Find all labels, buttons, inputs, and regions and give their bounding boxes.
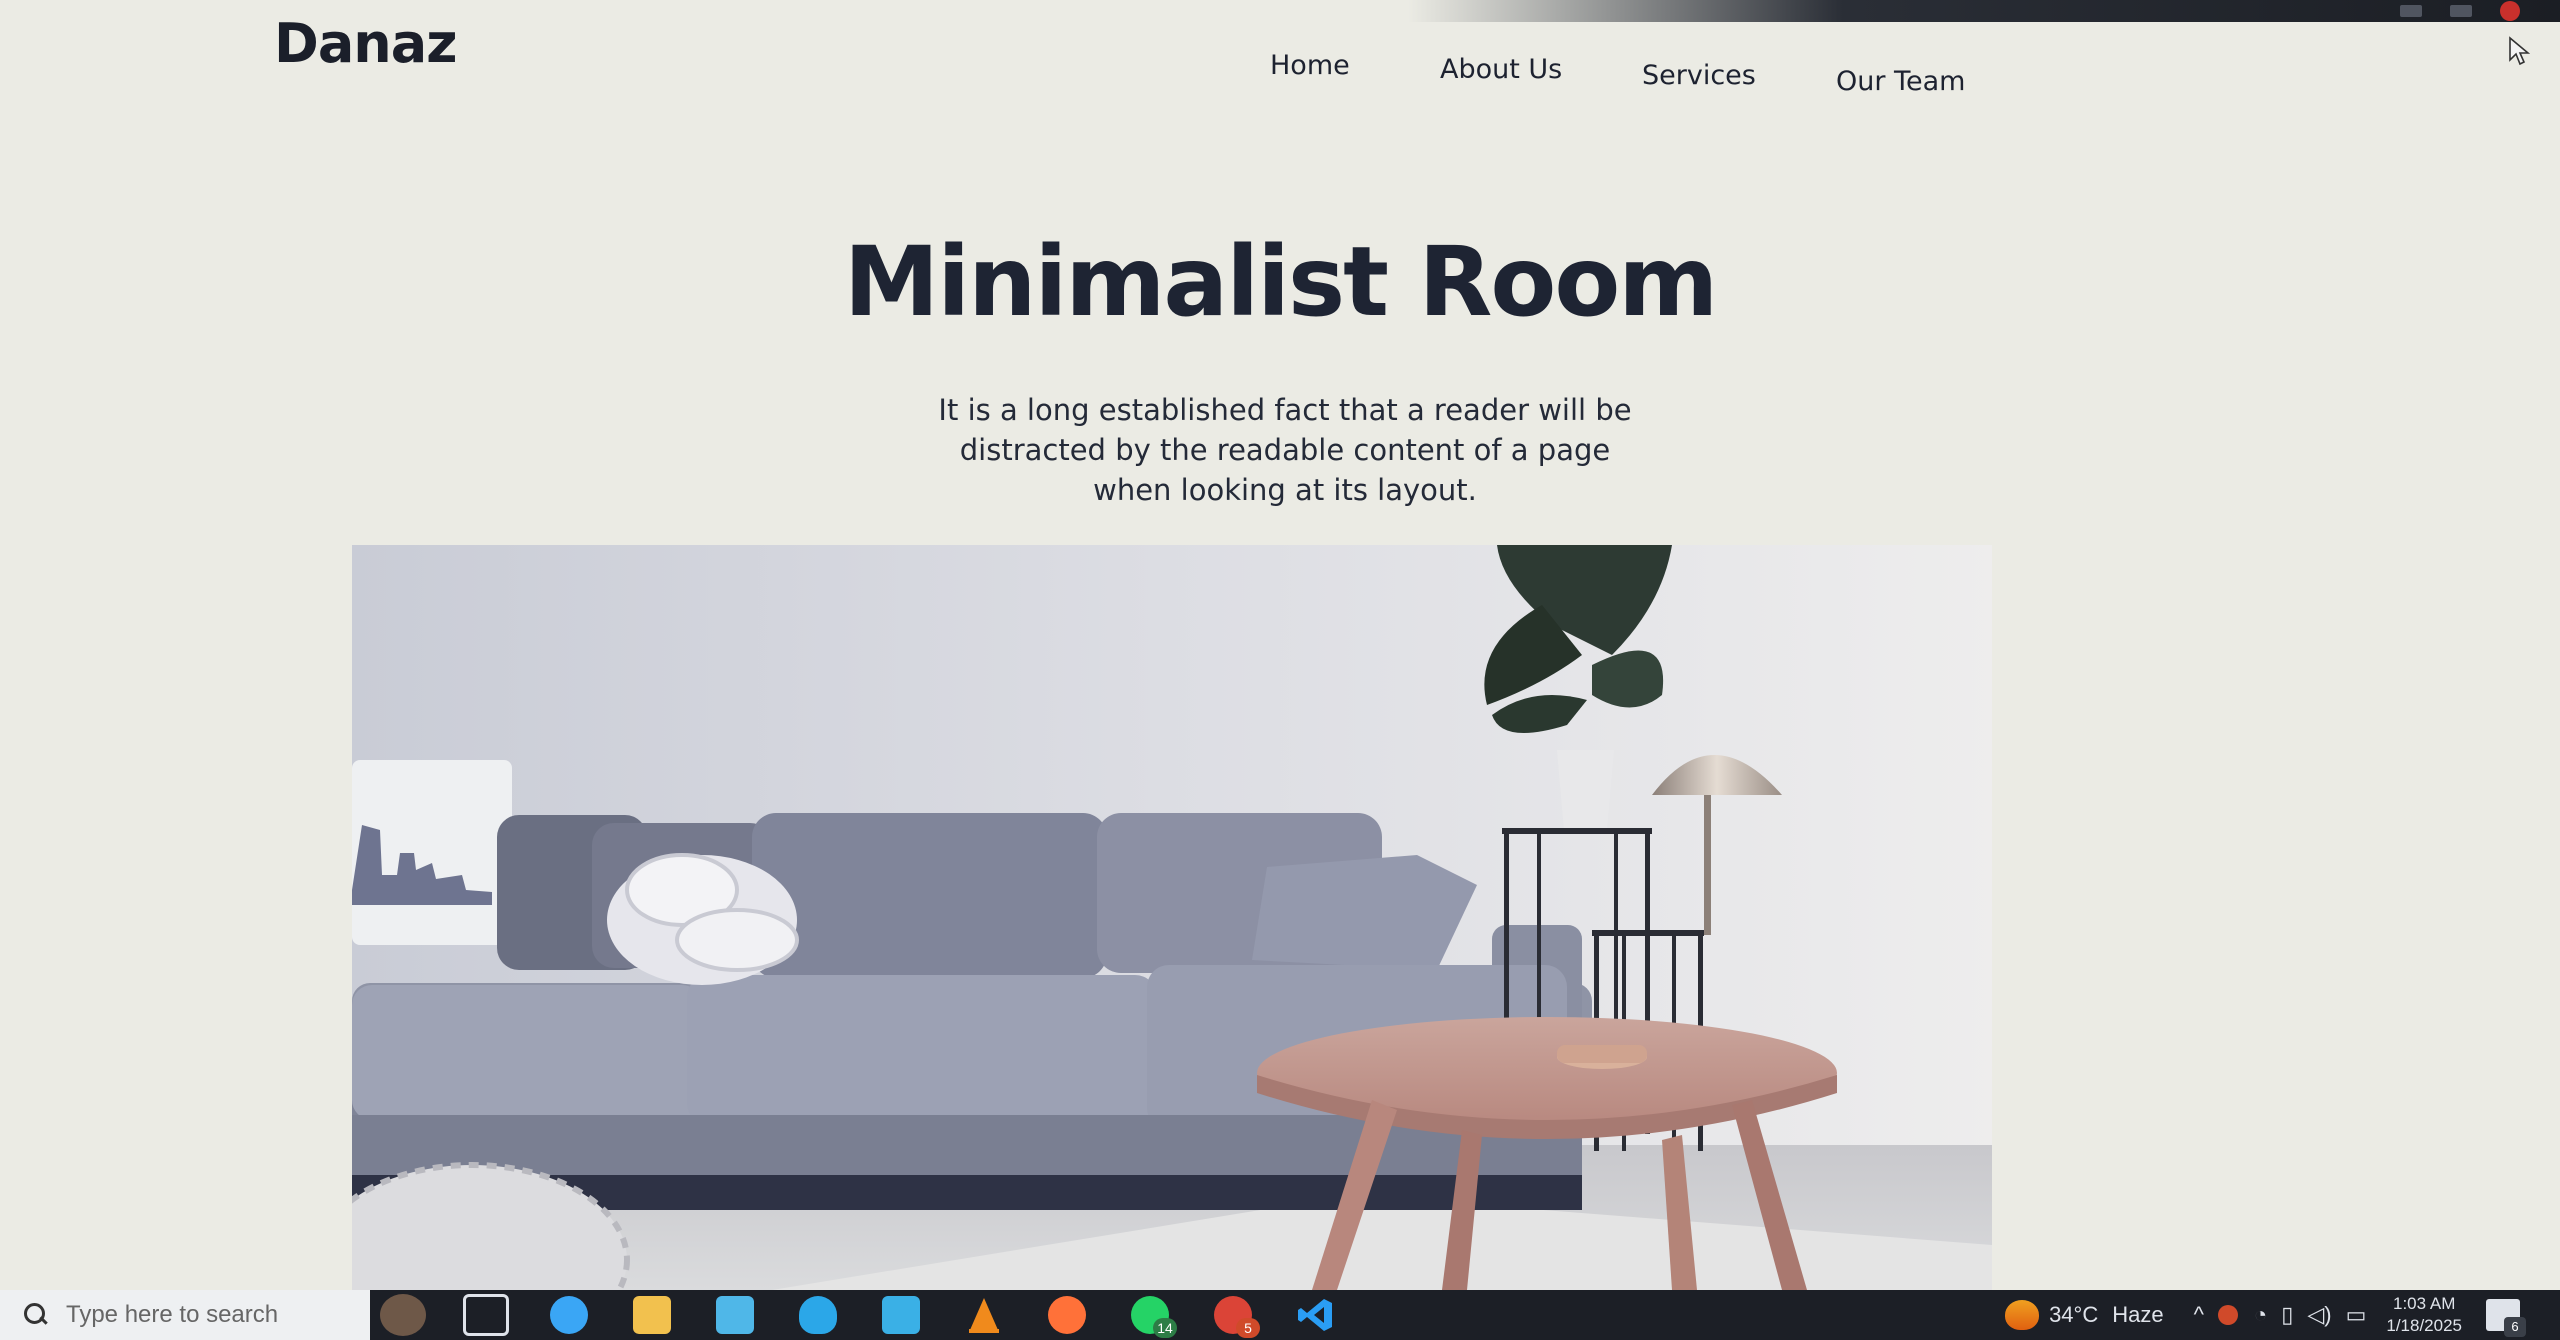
volume-icon[interactable]: ◁) [2307,1302,2331,1328]
taskbar-search[interactable]: Type here to search [0,1290,370,1340]
health-app-icon[interactable] [799,1296,837,1334]
nav-about-us[interactable]: About Us [1440,54,1562,85]
nav-home[interactable]: Home [1270,50,1350,81]
people-icon[interactable] [380,1294,426,1336]
taskbar-apps: 14 5 [380,1294,1376,1338]
mail-icon[interactable] [882,1296,920,1334]
chevron-up-icon[interactable]: ^ [2194,1302,2204,1328]
minimize-button[interactable] [2400,5,2422,17]
weather-icon[interactable] [2005,1300,2040,1330]
chrome-badge: 5 [1236,1318,1260,1338]
living-room-illustration [352,545,2152,1290]
windows-taskbar: Type here to search 14 5 34°C Haze ^ ◔ ▯… [0,1290,2560,1340]
system-tray: 34°C Haze ^ ◔ ▯ ◁) ▭ 1:03 AM 1/18/2025 6 [2005,1290,2560,1340]
main-nav: Home About Us Services Our Team [1200,50,2020,100]
wifi-icon[interactable]: ◔ [2254,1302,2267,1328]
site-logo[interactable]: Danaz [274,12,458,75]
nav-services[interactable]: Services [1642,60,1756,91]
window-controls [2400,0,2520,22]
hero-description: It is a long established fact that a rea… [938,393,1632,507]
vscode-icon[interactable] [1297,1296,1335,1334]
notification-count: 6 [2504,1317,2526,1337]
hero-image [352,545,2152,1290]
whatsapp-icon[interactable]: 14 [1131,1296,1177,1338]
close-button[interactable] [2500,1,2520,21]
whatsapp-badge: 14 [1153,1318,1177,1338]
weather-temp[interactable]: 34°C [2049,1302,2098,1328]
chrome-icon[interactable]: 5 [1214,1296,1260,1338]
mouse-cursor-icon [2509,36,2530,66]
vlc-icon[interactable] [965,1296,1003,1334]
search-icon [24,1303,48,1327]
clock[interactable]: 1:03 AM 1/18/2025 [2386,1293,2462,1337]
weather-condition[interactable]: Haze [2112,1302,2163,1328]
app-tray-icon[interactable] [2217,1305,2238,1325]
clock-time: 1:03 AM [2392,1294,2456,1313]
task-view-icon[interactable] [463,1294,509,1336]
copilot-icon[interactable] [550,1296,588,1334]
battery-icon[interactable]: ▭ [2346,1302,2367,1328]
clock-date: 1/18/2025 [2386,1316,2462,1335]
maximize-button[interactable] [2450,5,2472,17]
nav-our-team[interactable]: Our Team [1836,66,1965,97]
firefox-icon[interactable] [1048,1296,1086,1334]
store-icon[interactable] [716,1296,754,1334]
file-explorer-icon[interactable] [633,1296,671,1334]
pen-icon[interactable]: ▯ [2281,1302,2293,1328]
hero-title: Minimalist Room [843,226,1719,338]
search-placeholder: Type here to search [66,1301,279,1328]
notification-icon[interactable]: 6 [2486,1299,2526,1337]
